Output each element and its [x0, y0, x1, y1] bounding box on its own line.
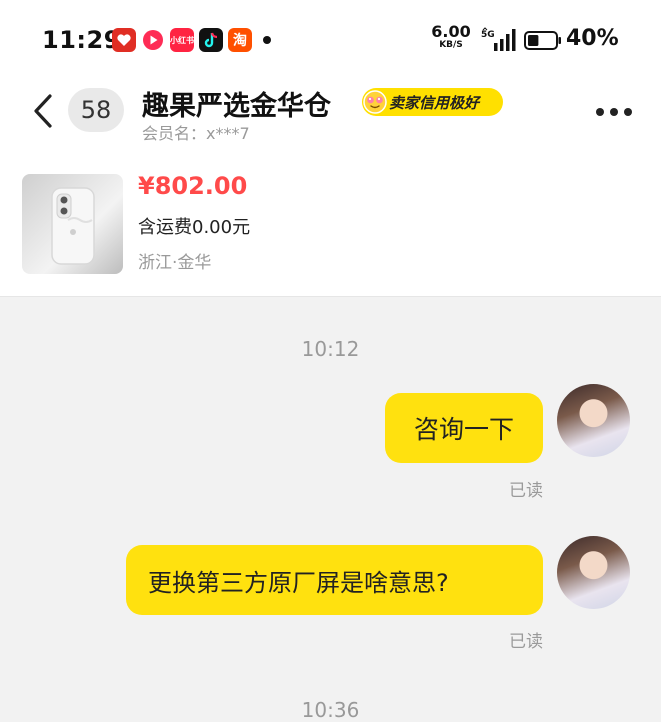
white-phone-icon [51, 187, 95, 265]
user-avatar[interactable] [557, 536, 630, 609]
chat-timestamp: 10:36 [301, 698, 360, 722]
product-location: 浙江·金华 [138, 253, 212, 273]
network-type-label: 5G [481, 30, 495, 40]
unread-count-badge[interactable]: 58 [68, 88, 124, 132]
seller-credit-label: 卖家信用极好 [389, 94, 480, 112]
message-text: 更换第三方原厂屏是啥意思? [148, 568, 449, 597]
chat-header: 58 趣果严选金华仓 卖家信用极好 会员名：x***7 [0, 78, 661, 156]
xiaohongshu-icon: 小红书 [170, 28, 194, 52]
status-bar: 11:29 小红书 淘 6.00 KB/S 5G 40% [0, 0, 661, 78]
more-options-icon[interactable] [594, 106, 634, 118]
battery-percent: 40% [566, 26, 619, 51]
douyin-icon [199, 28, 223, 52]
message-bubble[interactable]: 更换第三方原厂屏是啥意思? [126, 545, 543, 615]
status-time: 11:29 [42, 26, 121, 54]
cellular-signal-icon: 5G [481, 27, 516, 51]
product-price: ¥802.00 [138, 172, 248, 200]
taobao-icon: 淘 [228, 28, 252, 52]
message-text: 咨询一下 [413, 415, 514, 444]
sunglasses-emoji-icon [363, 90, 387, 114]
user-avatar[interactable] [557, 384, 630, 457]
read-status: 已读 [509, 632, 543, 652]
taobao-icon-label: 淘 [233, 33, 247, 49]
chat-timestamp: 10:12 [301, 337, 360, 361]
message-bubble[interactable]: 咨询一下 [385, 393, 543, 463]
back-arrow-icon[interactable] [30, 92, 58, 130]
shop-name[interactable]: 趣果严选金华仓 [142, 84, 331, 123]
seller-credit-badge[interactable]: 卖家信用极好 [362, 88, 503, 116]
network-speed-unit: KB/S [439, 40, 463, 50]
read-status: 已读 [509, 481, 543, 501]
network-speed-value: 6.00 [431, 22, 471, 41]
pinduoduo-icon [112, 28, 136, 52]
product-image[interactable] [22, 174, 123, 274]
shipping-fee: 含运费0.00元 [138, 217, 251, 238]
network-speed: 6.00 KB/S [430, 24, 472, 50]
xiaohongshu-icon-label: 小红书 [170, 35, 194, 45]
video-app-icon [141, 28, 165, 52]
product-card[interactable]: ¥802.00 含运费0.00元 浙江·金华 [0, 156, 661, 297]
notification-dot-icon [263, 36, 271, 44]
member-name: 会员名：x***7 [142, 124, 250, 143]
battery-icon [524, 31, 561, 50]
